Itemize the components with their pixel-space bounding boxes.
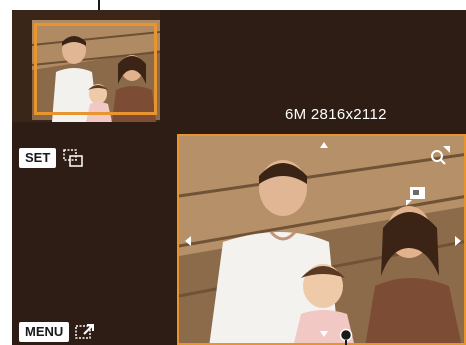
up-arrow-icon[interactable] <box>320 142 328 148</box>
return-icon <box>75 324 95 339</box>
position-navigator-icon <box>406 187 425 206</box>
magnify-zoom-icon[interactable] <box>429 144 451 166</box>
pixel-dimensions: 2816x2112 <box>310 106 387 123</box>
down-arrow-icon[interactable] <box>320 331 328 337</box>
resolution-readout: 6M 2816x2112 <box>285 106 387 123</box>
menu-control[interactable]: MENU <box>19 322 96 342</box>
size-code: 6M <box>285 106 307 123</box>
camera-screen: 6M 2816x2112 SET MENU <box>12 10 466 345</box>
zoomed-photo <box>179 136 464 343</box>
left-arrow-icon[interactable] <box>185 236 191 246</box>
right-arrow-icon[interactable] <box>455 236 461 246</box>
full-image-thumbnail <box>12 10 160 122</box>
crop-frame-icon <box>63 149 84 167</box>
set-control[interactable]: SET <box>19 148 84 168</box>
menu-button[interactable]: MENU <box>19 322 70 342</box>
set-button[interactable]: SET <box>19 148 57 168</box>
crop-frame[interactable] <box>34 23 157 115</box>
zoomed-crop-view <box>177 134 466 345</box>
callout-pointer-bottom <box>339 328 353 345</box>
